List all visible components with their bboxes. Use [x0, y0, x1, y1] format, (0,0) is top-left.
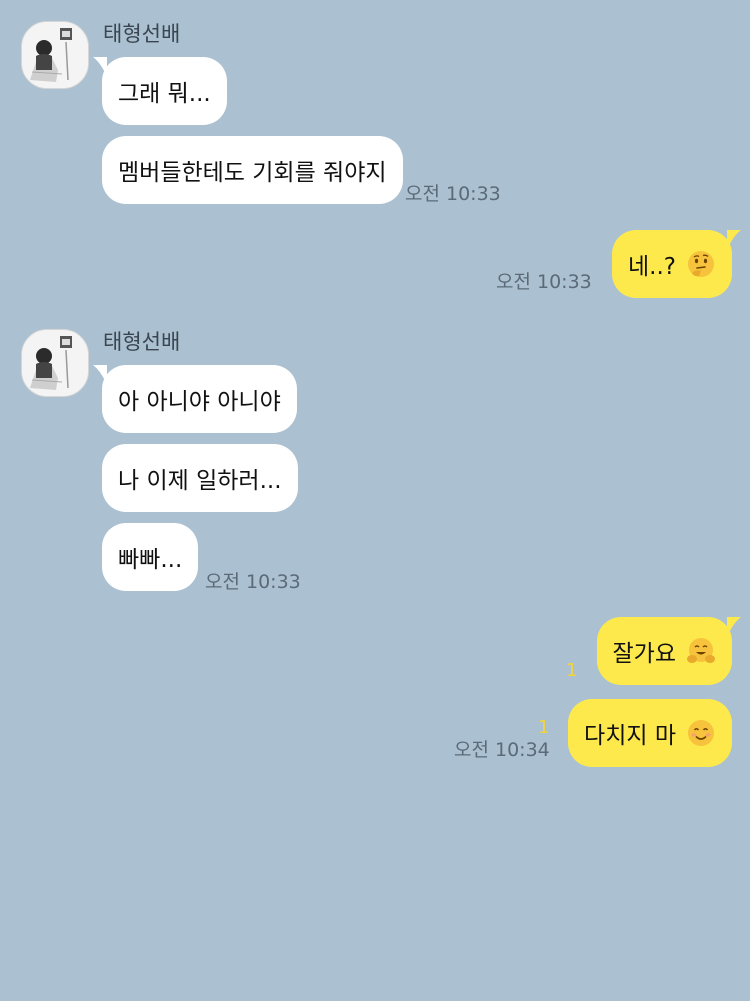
outgoing-message-bubble[interactable]: 네..? — [612, 230, 741, 298]
message-text: 네..? — [628, 254, 676, 280]
message-text: 빠빠... — [118, 547, 183, 573]
message-text: 나 이제 일하러... — [118, 468, 282, 494]
bubble-tail — [93, 365, 107, 385]
message-timestamp: 오전 10:33 — [205, 571, 301, 593]
avatar[interactable] — [21, 329, 89, 397]
outgoing-message-bubble[interactable]: 잘가요 — [596, 617, 741, 685]
message-text: 다치지 마 — [584, 723, 676, 749]
sender-name: 태형선배 — [103, 330, 181, 354]
bubble-tail — [93, 57, 107, 77]
message-text: 잘가요 — [612, 641, 676, 667]
message-timestamp: 오전 10:34 — [454, 739, 550, 761]
avatar[interactable] — [21, 21, 89, 89]
message-text: 아 아니야 아니야 — [118, 389, 281, 415]
message-timestamp: 오전 10:33 — [405, 183, 501, 205]
unread-count: 1 — [538, 717, 550, 738]
incoming-message-bubble[interactable]: 멤버들한테도 기회를 줘야지 — [102, 136, 403, 204]
message-text: 그래 뭐... — [118, 81, 211, 107]
incoming-message-bubble[interactable]: 아 아니야 아니야 — [93, 365, 297, 433]
thinking-face-emoji-icon — [688, 251, 714, 277]
incoming-message-bubble[interactable]: 빠빠... — [102, 523, 199, 591]
message-text: 멤버들한테도 기회를 줘야지 — [118, 160, 387, 186]
outgoing-message-bubble[interactable]: 다치지 마 — [568, 699, 732, 767]
hugging-face-emoji-icon — [687, 638, 715, 663]
incoming-message-bubble[interactable]: 그래 뭐... — [93, 57, 227, 125]
sender-name: 태형선배 — [103, 22, 181, 46]
message-timestamp: 오전 10:33 — [496, 271, 592, 293]
unread-count: 1 — [566, 660, 578, 681]
bubble-tail — [727, 617, 741, 637]
smiling-face-emoji-icon — [688, 720, 714, 746]
incoming-message-bubble[interactable]: 나 이제 일하러... — [102, 444, 298, 512]
bubble-tail — [727, 230, 741, 250]
